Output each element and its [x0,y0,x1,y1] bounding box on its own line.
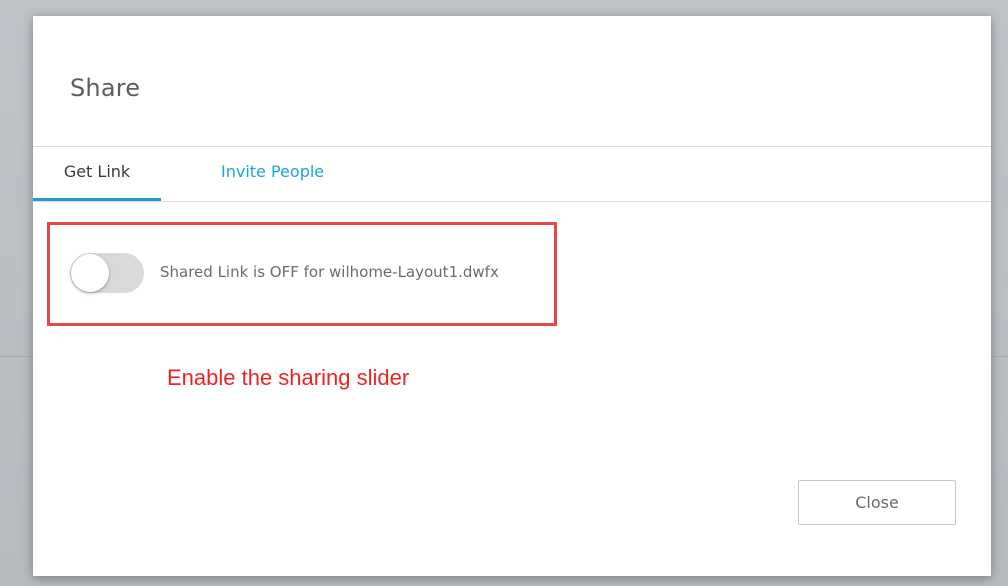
tabs-divider [33,201,991,202]
tab-invite-people-label: Invite People [221,162,325,181]
annotation-instruction: Enable the sharing slider [167,365,410,390]
share-dialog: Share Get Link Invite People Shared Link… [33,16,991,576]
tab-get-link-label: Get Link [63,162,131,181]
shared-link-toggle[interactable] [70,253,144,293]
dialog-title: Share [70,74,141,102]
tab-bar: Get Link Invite People [33,147,991,201]
close-button[interactable]: Close [798,480,956,525]
shared-link-status: Shared Link is OFF for wilhome-Layout1.d… [160,263,499,281]
tab-get-link[interactable]: Get Link [33,147,161,201]
tab-invite-people[interactable]: Invite People [221,147,324,201]
toggle-knob[interactable] [71,254,109,292]
